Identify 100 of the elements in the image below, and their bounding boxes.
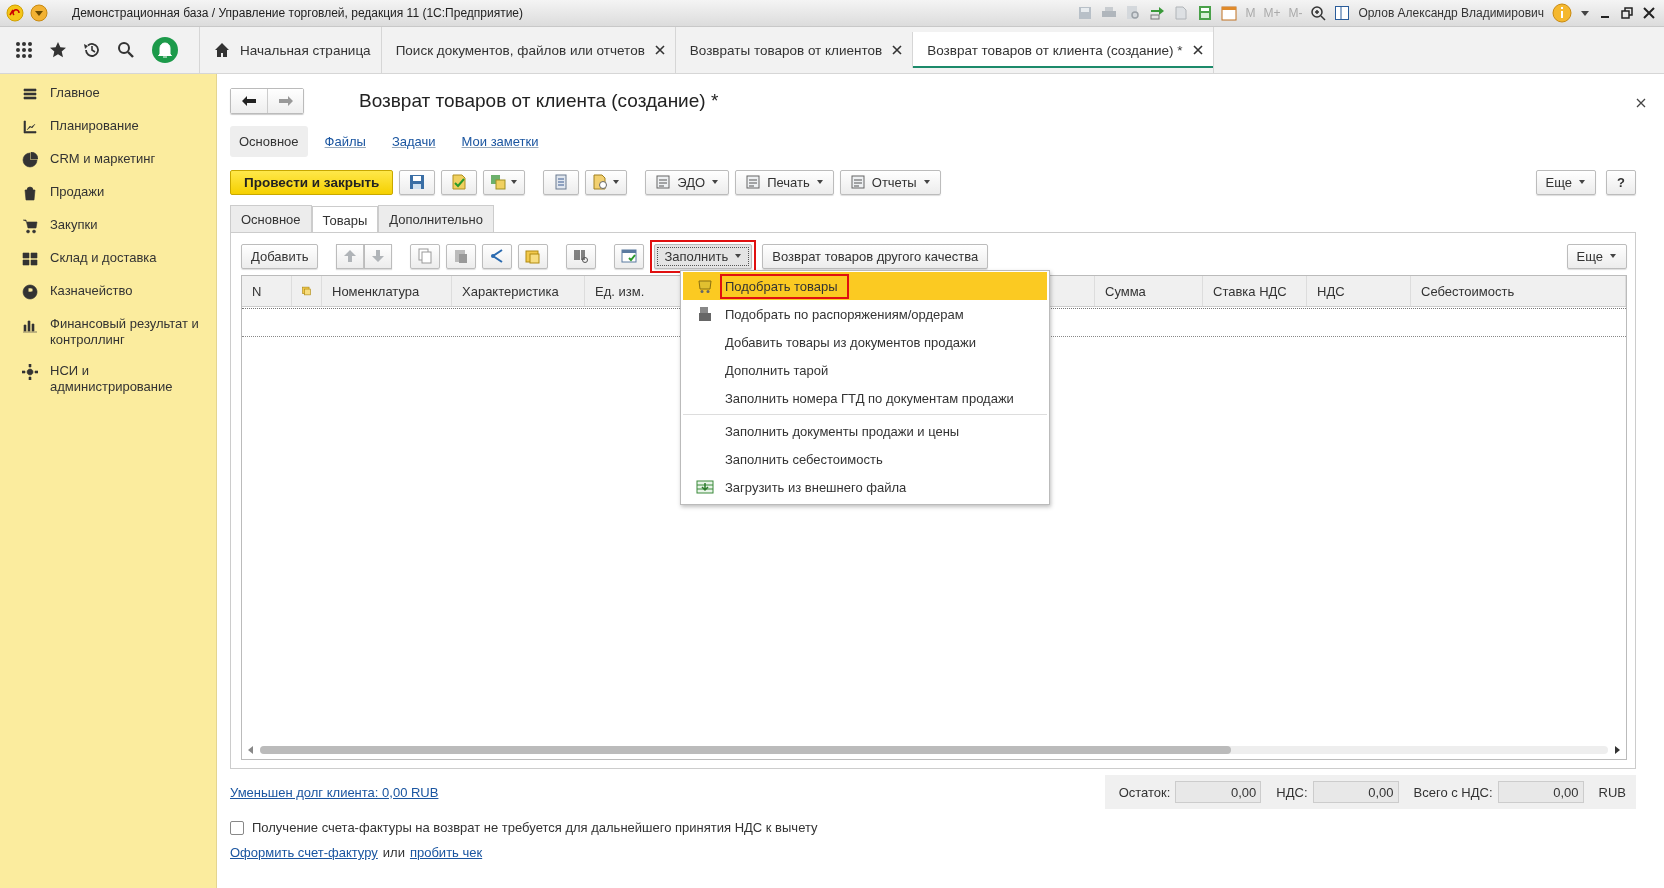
check-list-button[interactable] (614, 243, 645, 269)
post-icon-button[interactable] (441, 169, 478, 195)
apps-grid-icon[interactable] (15, 41, 33, 59)
invoice-link[interactable]: Оформить счет-фактуру (230, 845, 378, 860)
total-field[interactable]: 0,00 (1312, 781, 1399, 803)
close-tab-icon[interactable] (654, 45, 665, 55)
user-name[interactable]: Орлов Александр Владимирович (1358, 6, 1544, 20)
close-tab-icon[interactable] (1192, 45, 1203, 55)
sidebar-item[interactable]: Продажи (0, 177, 216, 210)
post-and-close-button[interactable]: Провести и закрыть (230, 169, 394, 195)
sidebar-item[interactable]: CRM и маркетинг (0, 144, 216, 177)
menu-item[interactable]: Загрузить из внешнего файла (683, 473, 1047, 501)
history-icon[interactable] (83, 41, 101, 59)
save-icon (409, 174, 426, 190)
column-header[interactable]: Характеристика (462, 283, 559, 299)
column-header[interactable]: Ед. изм. (595, 283, 645, 299)
menu-item[interactable]: Дополнить тарой (683, 356, 1047, 384)
menu-item[interactable]: Заполнить документы продажи и цены (683, 417, 1047, 445)
command-button[interactable]: ЭДО (645, 169, 730, 195)
more-button[interactable]: Еще (1535, 169, 1597, 195)
paste-button[interactable] (446, 243, 477, 269)
nav-tab[interactable]: Поиск документов, файлов или отчетов (380, 27, 675, 73)
link-icon[interactable] (1149, 5, 1166, 21)
caret-icon[interactable] (1580, 8, 1590, 18)
column-header[interactable]: N (252, 283, 262, 299)
menu-item[interactable]: Добавить товары из документов продажи (683, 328, 1047, 356)
receipt-link[interactable]: пробить чек (409, 845, 483, 860)
section-link[interactable]: Файлы (315, 125, 375, 157)
debt-link[interactable]: Уменьшен долг клиента: 0,00 RUB (230, 784, 439, 800)
preview-icon[interactable] (1125, 5, 1142, 21)
column-header[interactable]: Сумма (1105, 283, 1146, 299)
create-based-on-button[interactable] (483, 169, 526, 195)
notification-bell-icon[interactable] (151, 36, 179, 64)
paste-icon (453, 248, 470, 264)
move-down-button[interactable] (364, 243, 393, 269)
caret-icon (510, 178, 519, 186)
menu-item[interactable]: Заполнить себестоимость (683, 445, 1047, 473)
barcode-icon (573, 248, 590, 264)
scroll-left-icon[interactable] (248, 746, 254, 754)
restore-icon[interactable] (1620, 6, 1634, 20)
close-tab-icon[interactable] (892, 45, 903, 55)
section-link[interactable]: Мои заметки (452, 125, 548, 157)
sidebar-item[interactable]: Планирование (0, 111, 216, 144)
sidebar-item[interactable]: Главное (0, 78, 216, 111)
section-link[interactable]: Основное (230, 125, 308, 157)
sidebar-item[interactable]: НСИ и администрирование (0, 356, 216, 403)
search-icon[interactable] (117, 41, 135, 59)
caret-icon (711, 178, 720, 186)
section-link[interactable]: Задачи (382, 125, 445, 157)
scroll-right-icon[interactable] (1614, 746, 1620, 754)
sidebar-item[interactable]: Склад и доставка (0, 243, 216, 276)
checkbox[interactable] (230, 820, 244, 835)
info-icon[interactable] (1552, 3, 1572, 23)
app-logo-icon[interactable] (6, 4, 24, 22)
column-header[interactable]: НДС (1317, 283, 1345, 299)
sidebar-item[interactable]: Казначейство (0, 276, 216, 309)
command-button[interactable]: Отчеты (839, 169, 941, 195)
section-icon (22, 86, 38, 102)
nav-tab[interactable]: Начальная страница (199, 27, 381, 73)
return-other-quality-button[interactable]: Возврат товаров другого качества (762, 243, 989, 269)
total-field[interactable]: 0,00 (1497, 781, 1584, 803)
calculator-icon[interactable] (1197, 5, 1214, 21)
menu-item[interactable]: Заполнить номера ГТД по документам продажи (683, 384, 1047, 412)
column-header[interactable]: Ставка НДС (1213, 283, 1287, 299)
favorites-star-icon[interactable] (49, 41, 67, 59)
share-button[interactable] (482, 243, 513, 269)
document-list-button[interactable] (543, 169, 580, 195)
help-button[interactable]: ? (1606, 169, 1636, 195)
panel-layout-icon[interactable] (1334, 5, 1351, 21)
attach-file-button[interactable] (585, 169, 628, 195)
move-up-button[interactable] (336, 243, 365, 269)
back-button[interactable] (231, 89, 267, 113)
form-tab[interactable]: Дополнительно (378, 205, 494, 232)
more-button[interactable]: Еще (1566, 243, 1627, 269)
menu-dropdown-icon[interactable] (30, 4, 48, 22)
documents-icon (490, 174, 507, 190)
section-icon (22, 152, 38, 168)
menu-item[interactable]: Подобрать по распоряжениям/ордерам (683, 300, 1047, 328)
folder-button[interactable] (518, 243, 549, 269)
column-header[interactable]: Номенклатура (332, 283, 420, 299)
close-icon[interactable] (1636, 98, 1646, 108)
nav-tab[interactable]: Возврат товаров от клиента (создание) * (912, 32, 1213, 68)
command-button[interactable]: Печать (735, 169, 834, 195)
copy-icon (417, 248, 434, 264)
sidebar-item[interactable]: Финансовый результат и контроллинг (0, 309, 216, 356)
cart-icon (697, 278, 713, 294)
form-tab[interactable]: Основное (230, 205, 312, 232)
column-header[interactable]: Себестоимость (1421, 283, 1515, 299)
menu-item[interactable]: Подобрать товары (683, 272, 1047, 300)
calendar-icon[interactable] (1221, 5, 1238, 21)
sidebar-item[interactable]: Закупки (0, 210, 216, 243)
zoom-in-icon[interactable] (1310, 5, 1327, 21)
form-tab[interactable]: Товары (311, 206, 379, 233)
total-label: Остаток: (1118, 784, 1171, 800)
close-icon[interactable] (1642, 6, 1656, 20)
total-field[interactable]: 0,00 (1175, 781, 1262, 803)
barcode-search-button[interactable] (566, 243, 597, 269)
save-button[interactable] (399, 169, 436, 195)
add-button[interactable]: Добавить (241, 243, 319, 269)
fill-button[interactable]: Заполнить (654, 243, 753, 269)
